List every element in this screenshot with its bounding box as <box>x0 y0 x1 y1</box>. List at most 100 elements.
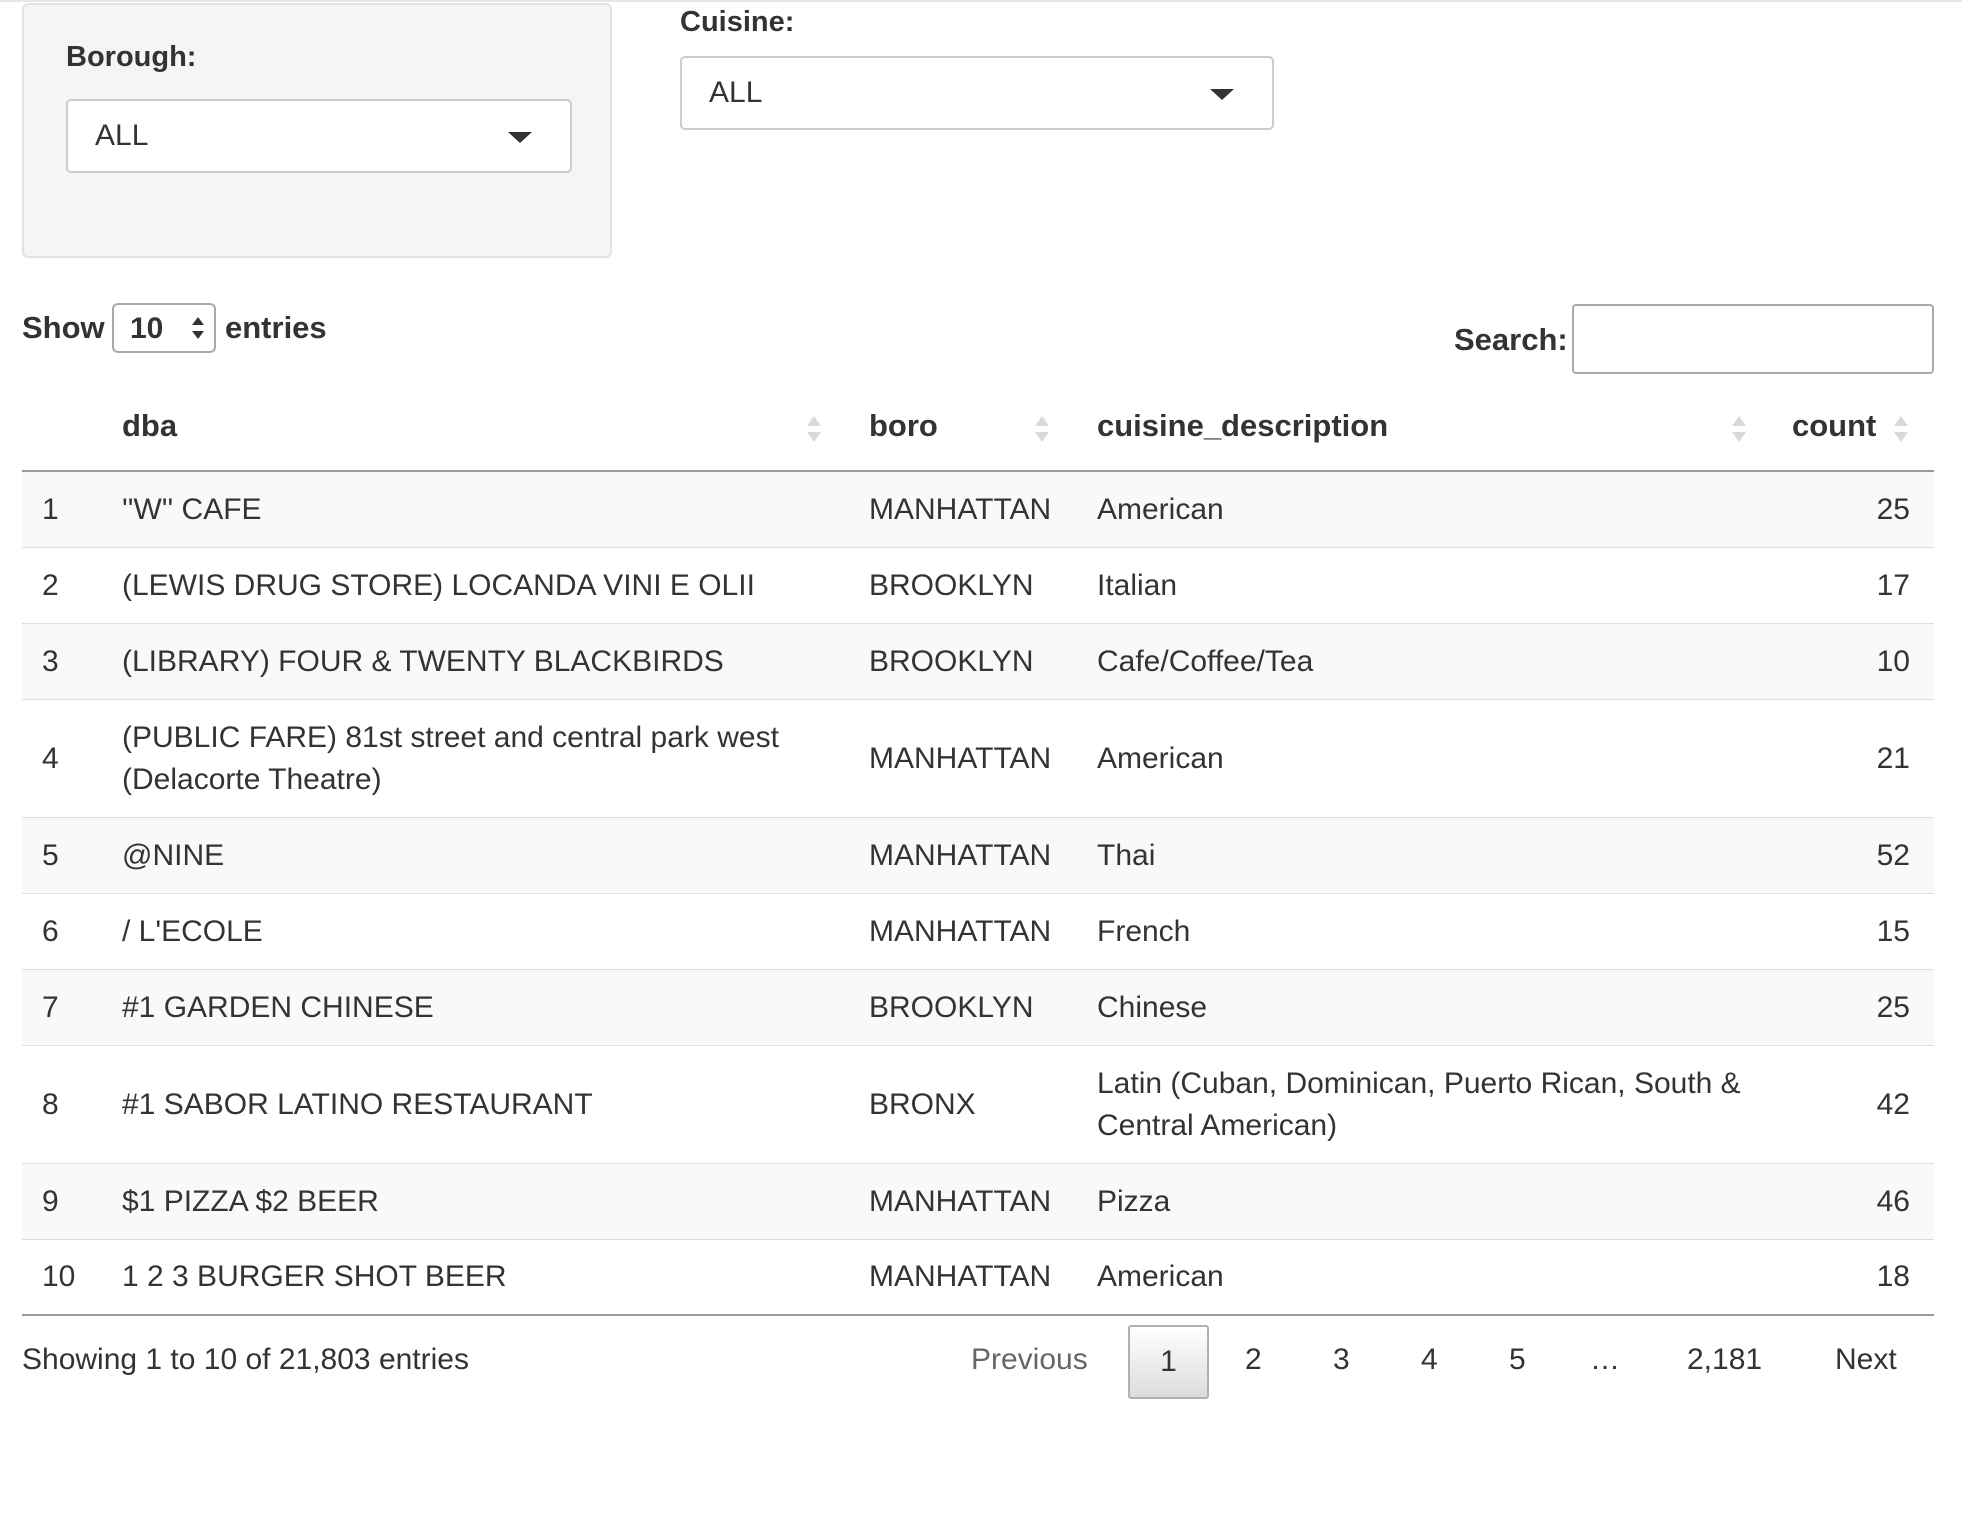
column-header-cuisine[interactable]: cuisine_description <box>1097 408 1388 444</box>
borough-select-value: ALL <box>95 119 149 152</box>
table-row: 2 (LEWIS DRUG STORE) LOCANDA VINI E OLII B… <box>22 548 1934 624</box>
cell-boro: MANHATTAN <box>869 742 1052 775</box>
table-row: 3 (LIBRARY) FOUR & TWENTY BLACKBIRDS BROOK… <box>22 624 1934 700</box>
table-row: 5 @NINE MANHATTAN Thai 52 <box>22 818 1934 894</box>
cell-dba: #1 GARDEN CHINESE <box>122 991 434 1024</box>
table-row: 8 #1 SABOR LATINO RESTAURANT BRONX Latin (C… <box>22 1046 1934 1164</box>
search-input[interactable] <box>1572 304 1934 374</box>
cuisine-select[interactable]: ALL <box>680 56 1274 130</box>
row-index: 2 <box>42 569 59 602</box>
pagination-page-current-label: 1 <box>1160 1345 1177 1378</box>
entries-label: entries <box>225 310 327 345</box>
pagination-previous[interactable]: Previous <box>971 1343 1088 1377</box>
cell-dba: (PUBLIC FARE) 81st street and central pa… <box>122 721 779 796</box>
cell-count: 52 <box>1876 839 1910 872</box>
cell-dba: @NINE <box>122 839 225 872</box>
column-header-count[interactable]: count <box>1792 408 1876 444</box>
table-row: 10 1 2 3 BURGER SHOT BEER MANHATTAN America… <box>22 1240 1934 1316</box>
sort-icon[interactable] <box>1894 416 1908 446</box>
row-index: 5 <box>42 839 59 872</box>
cell-dba: $1 PIZZA $2 BEER <box>122 1185 379 1218</box>
pagination-page-last[interactable]: 2,181 <box>1687 1343 1762 1377</box>
pagination-page[interactable]: 4 <box>1421 1343 1438 1377</box>
row-index: 9 <box>42 1185 59 1218</box>
cell-count: 18 <box>1876 1260 1910 1293</box>
cell-dba: (LIBRARY) FOUR & TWENTY BLACKBIRDS <box>122 645 724 678</box>
cell-count: 25 <box>1876 991 1910 1024</box>
cell-cuisine: Thai <box>1097 839 1156 872</box>
row-index: 4 <box>42 742 59 775</box>
cell-dba: ''W'' CAFE <box>122 493 262 526</box>
cell-count: 25 <box>1876 493 1910 526</box>
cell-boro: MANHATTAN <box>869 1260 1052 1293</box>
sort-icon[interactable] <box>1732 416 1746 446</box>
cell-cuisine: Cafe/Coffee/Tea <box>1097 645 1314 678</box>
cell-cuisine: French <box>1097 915 1191 948</box>
cell-cuisine: Chinese <box>1097 991 1208 1024</box>
cell-dba: #1 SABOR LATINO RESTAURANT <box>122 1088 593 1121</box>
pagination-page-current[interactable]: 1 <box>1128 1325 1209 1399</box>
column-header-dba[interactable]: dba <box>122 408 177 444</box>
cell-count: 17 <box>1876 569 1910 602</box>
table-body: 1 ''W'' CAFE MANHATTAN American 25 2 (LEWIS DR… <box>22 472 1934 1316</box>
sort-icon[interactable] <box>1035 416 1049 446</box>
sort-icon[interactable] <box>807 416 821 446</box>
row-index: 7 <box>42 991 59 1024</box>
cell-boro: MANHATTAN <box>869 493 1052 526</box>
cell-count: 21 <box>1876 742 1910 775</box>
table-row: 9 $1 PIZZA $2 BEER MANHATTAN Pizza 46 <box>22 1164 1934 1240</box>
cell-count: 46 <box>1876 1185 1910 1218</box>
pagination-page[interactable]: 3 <box>1333 1343 1350 1377</box>
cell-boro: BROOKLYN <box>869 991 1034 1024</box>
table-row: 7 #1 GARDEN CHINESE BROOKLYN Chinese 25 <box>22 970 1934 1046</box>
cuisine-label: Cuisine: <box>680 6 795 38</box>
search-label: Search: <box>1454 322 1568 357</box>
pagination-page[interactable]: 2 <box>1245 1343 1262 1377</box>
borough-select[interactable]: ALL <box>66 99 572 173</box>
pagination-next[interactable]: Next <box>1835 1343 1897 1377</box>
cuisine-select-value: ALL <box>709 76 763 109</box>
top-rule <box>0 0 1962 2</box>
cell-cuisine: Pizza <box>1097 1185 1171 1218</box>
table-row: 1 ''W'' CAFE MANHATTAN American 25 <box>22 472 1934 548</box>
cell-boro: MANHATTAN <box>869 1185 1052 1218</box>
cell-boro: BROOKLYN <box>869 645 1034 678</box>
spinner-up-icon <box>192 317 204 325</box>
cell-dba: / L'ECOLE <box>122 915 263 948</box>
cell-boro: MANHATTAN <box>869 915 1052 948</box>
row-index: 10 <box>42 1260 76 1293</box>
table-row: 4 (PUBLIC FARE) 81st street and central p… <box>22 700 1934 818</box>
row-index: 8 <box>42 1088 59 1121</box>
column-header-boro[interactable]: boro <box>869 408 938 444</box>
cell-boro: BRONX <box>869 1088 976 1121</box>
cell-cuisine: Italian <box>1097 569 1178 602</box>
cell-boro: MANHATTAN <box>869 839 1052 872</box>
cell-cuisine: Latin (Cuban, Dominican, Puerto Rican, S… <box>1097 1067 1741 1142</box>
table-info: Showing 1 to 10 of 21,803 entries <box>22 1343 469 1376</box>
row-index: 6 <box>42 915 59 948</box>
cell-dba: 1 2 3 BURGER SHOT BEER <box>122 1260 507 1293</box>
borough-filter-panel: Borough: ALL <box>22 3 612 258</box>
entries-length-value: 10 <box>130 312 164 345</box>
row-index: 3 <box>42 645 59 678</box>
table-header: dba boro cuisine_description count <box>22 390 1934 472</box>
spinner-down-icon <box>192 331 204 339</box>
borough-label: Borough: <box>66 41 197 73</box>
cell-cuisine: American <box>1097 742 1224 775</box>
cell-count: 42 <box>1876 1088 1910 1121</box>
entries-length-select[interactable]: 10 <box>112 303 216 353</box>
chevron-down-icon <box>508 132 532 143</box>
chevron-down-icon <box>1210 89 1234 100</box>
cell-cuisine: American <box>1097 493 1224 526</box>
row-index: 1 <box>42 493 59 526</box>
pagination-page[interactable]: 5 <box>1509 1343 1526 1377</box>
cell-count: 10 <box>1876 645 1910 678</box>
cell-count: 15 <box>1876 915 1910 948</box>
table-row: 6 / L'ECOLE MANHATTAN French 15 <box>22 894 1934 970</box>
show-label: Show <box>22 310 105 345</box>
cell-boro: BROOKLYN <box>869 569 1034 602</box>
cell-dba: (LEWIS DRUG STORE) LOCANDA VINI E OLII <box>122 569 755 602</box>
cell-cuisine: American <box>1097 1260 1224 1293</box>
pagination-ellipsis: … <box>1590 1343 1620 1376</box>
restaurants-table: dba boro cuisine_description count 1 ''W'… <box>22 390 1934 1316</box>
